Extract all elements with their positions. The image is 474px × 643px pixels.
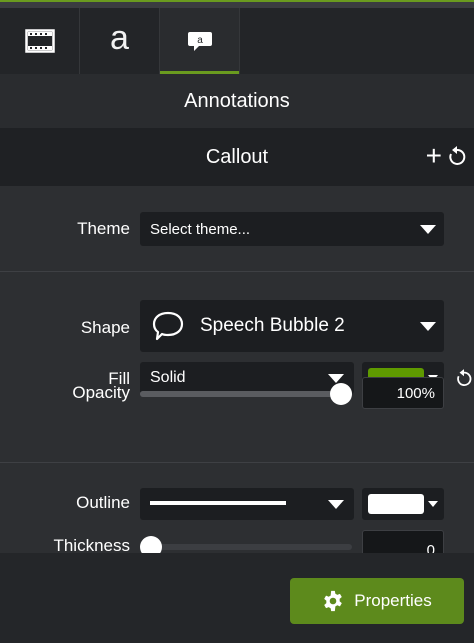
plus-icon[interactable]: + [426,142,442,170]
outline-color-button[interactable] [362,488,444,520]
opacity-label: Opacity [72,383,130,402]
reset-icon[interactable] [448,146,466,166]
tab-bar: a a [0,8,474,74]
divider [0,462,474,463]
opacity-slider-fill [140,391,352,397]
chevron-down-icon [420,225,436,234]
outline-color-swatch [368,494,424,514]
reset-icon[interactable] [456,369,472,387]
callout-title: Callout [205,145,269,168]
section-title-text: Annotations [184,89,290,112]
callout-icon: a [187,32,212,51]
thickness-row: Thickness 0 [0,520,474,553]
fill-select[interactable]: Solid [140,362,354,394]
thickness-value: 0 [426,542,435,553]
callout-header: Callout + [0,128,474,186]
tab-text-label: a [110,19,129,57]
callout-icon-letter: a [197,35,203,46]
shape-select[interactable]: Speech Bubble 2 [140,300,444,352]
chevron-down-icon [328,374,344,383]
speech-bubble-icon [152,311,184,341]
chevron-down-icon [428,501,438,507]
film-strip-icon [24,29,55,53]
shape-select-value: Speech Bubble 2 [200,315,345,336]
tab-annotations[interactable]: a [160,8,240,74]
chevron-down-icon [420,322,436,331]
callout-actions: + [426,142,466,170]
outline-style-preview [150,501,286,505]
shape-label: Shape [80,318,130,337]
opacity-value: 100% [396,384,435,402]
divider [0,271,474,272]
chevron-down-icon [328,500,344,509]
opacity-slider[interactable] [140,391,352,397]
opacity-value-field[interactable]: 100% [362,377,444,409]
opacity-slider-thumb[interactable] [330,383,352,405]
outline-label: Outline [76,493,130,512]
properties-button-label: Properties [354,591,432,610]
theme-select-value: Select theme... [150,220,251,238]
properties-button[interactable]: Properties [290,578,464,624]
thickness-value-field[interactable]: 0 [362,530,444,553]
gear-icon [324,590,343,612]
tab-media[interactable] [0,8,80,74]
outline-style-select[interactable] [140,488,354,520]
thickness-slider-thumb[interactable] [140,536,162,553]
theme-label: Theme [77,219,130,238]
tab-text[interactable]: a [80,8,160,74]
section-title: Annotations [0,74,474,128]
theme-select[interactable]: Select theme... [140,212,444,246]
thickness-label: Thickness [53,536,130,553]
top-accent-bar [0,0,474,8]
thickness-slider[interactable] [140,544,352,550]
fill-select-value: Solid [150,369,186,386]
